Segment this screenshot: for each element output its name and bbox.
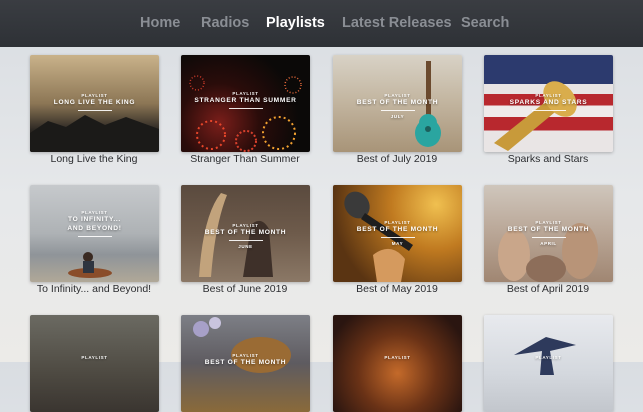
- tile-divider: [77, 236, 112, 237]
- tile-divider: [77, 110, 112, 111]
- tile-overlay-title: TO INFINITY...: [68, 216, 121, 223]
- tile-divider: [531, 237, 566, 238]
- tile-overlay-title: SPARKS AND STARS: [509, 99, 588, 106]
- playlist-tile-best-of-may-2019[interactable]: PLAYLIST BEST OF THE MONTH MAY: [333, 185, 462, 282]
- tile-kicker: PLAYLIST: [384, 93, 411, 98]
- tile-month: JUNE: [238, 244, 253, 249]
- tile-overlay-title: LONG LIVE THE KING: [53, 99, 136, 106]
- tile-divider: [380, 110, 415, 111]
- playlist-tile-best-of-april-2019[interactable]: PLAYLIST BEST OF THE MONTH APRIL: [484, 185, 613, 282]
- tile-divider: [228, 240, 263, 241]
- tile-kicker: PLAYLIST: [81, 93, 108, 98]
- tile-kicker: PLAYLIST: [232, 223, 259, 228]
- playlist-caption: Long Live the King: [50, 153, 138, 165]
- tile-month: MAY: [391, 241, 404, 246]
- tile-kicker: PLAYLIST: [384, 355, 411, 360]
- tile-overlay-title: BEST OF THE MONTH: [204, 229, 287, 236]
- dancer-image: [514, 337, 576, 375]
- tile-divider: [228, 108, 263, 109]
- playlist-tile-stranger-than-summer[interactable]: PLAYLIST STRANGER THAN SUMMER: [181, 55, 310, 152]
- tab-playlists[interactable]: Playlists: [266, 15, 325, 31]
- playlist-caption: Best of May 2019: [356, 283, 438, 295]
- playlist-caption: Best of July 2019: [356, 153, 438, 165]
- tile-kicker: PLAYLIST: [535, 220, 562, 225]
- tile-divider: [531, 110, 566, 111]
- playlist-tile-row3-3[interactable]: PLAYLIST: [333, 315, 462, 412]
- playlist-tile-best-of-july-2019[interactable]: PLAYLIST BEST OF THE MONTH JULY: [333, 55, 462, 152]
- tile-kicker: PLAYLIST: [384, 220, 411, 225]
- tile-kicker: PLAYLIST: [535, 355, 562, 360]
- top-navigation-bar: Home Radios Playlists Latest Releases Se…: [0, 0, 643, 47]
- tile-month: JULY: [390, 114, 405, 119]
- tile-divider: [380, 237, 415, 238]
- tile-overlay-title: BEST OF THE MONTH: [507, 226, 590, 233]
- playlist-caption: Stranger Than Summer: [190, 153, 300, 165]
- tile-overlay-title: BEST OF THE MONTH: [356, 226, 439, 233]
- playlist-tile-to-infinity-and-beyond[interactable]: PLAYLIST TO INFINITY... AND BEYOND!: [30, 185, 159, 282]
- tile-overlay-title: BEST OF THE MONTH: [204, 359, 287, 366]
- playlist-caption: Best of June 2019: [202, 283, 288, 295]
- tab-search[interactable]: Search: [461, 15, 509, 31]
- tile-overlay-title: AND BEYOND!: [67, 225, 122, 232]
- tab-latest-releases[interactable]: Latest Releases: [342, 15, 452, 31]
- tile-kicker: PLAYLIST: [232, 91, 259, 96]
- playlist-caption: Best of April 2019: [506, 283, 590, 295]
- playlist-tile-sparks-and-stars[interactable]: PLAYLIST SPARKS AND STARS: [484, 55, 613, 152]
- tile-month: APRIL: [540, 241, 557, 246]
- playlist-tile-long-live-the-king[interactable]: PLAYLIST LONG LIVE THE KING: [30, 55, 159, 152]
- playlist-tile-row3-2[interactable]: PLAYLIST BEST OF THE MONTH: [181, 315, 310, 412]
- tile-overlay-title: STRANGER THAN SUMMER: [194, 97, 297, 104]
- playlist-caption: Sparks and Stars: [507, 153, 589, 165]
- playlist-tile-row3-4[interactable]: PLAYLIST: [484, 315, 613, 412]
- playlist-caption: To Infinity... and Beyond!: [36, 283, 152, 295]
- playlist-tile-best-of-june-2019[interactable]: PLAYLIST BEST OF THE MONTH JUNE: [181, 185, 310, 282]
- tile-overlay-title: BEST OF THE MONTH: [356, 99, 439, 106]
- tile-kicker: PLAYLIST: [232, 353, 259, 358]
- tab-home[interactable]: Home: [140, 15, 180, 31]
- playlist-tile-row3-1[interactable]: PLAYLIST: [30, 315, 159, 412]
- tile-kicker: PLAYLIST: [81, 210, 108, 215]
- tab-radios[interactable]: Radios: [201, 15, 249, 31]
- tile-kicker: PLAYLIST: [81, 355, 108, 360]
- tile-kicker: PLAYLIST: [535, 93, 562, 98]
